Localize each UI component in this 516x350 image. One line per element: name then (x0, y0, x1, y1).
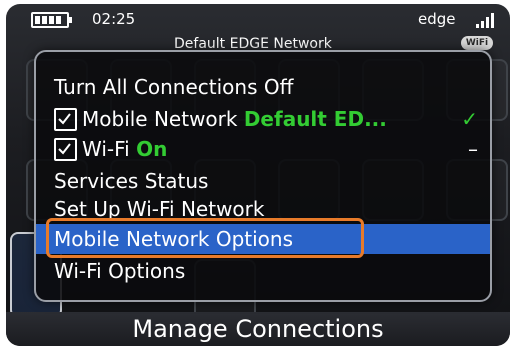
selection-highlight-frame (46, 218, 364, 258)
battery-icon (31, 12, 72, 28)
menu-item-services-status[interactable]: Services Status (36, 166, 490, 196)
menu-item-turn-all-off[interactable]: Turn All Connections Off (36, 72, 490, 102)
dash-icon: – (468, 137, 478, 161)
checkbox-checked-icon[interactable] (54, 138, 77, 161)
menu-item-label: Turn All Connections Off (54, 75, 294, 99)
menu-item-wifi[interactable]: Wi-Fi On – (36, 134, 490, 164)
checkmark-icon: ✓ (461, 107, 478, 131)
mobile-network-status: Default ED... (243, 107, 387, 131)
clock: 02:25 (92, 10, 136, 28)
network-type-label: edge (418, 10, 456, 28)
signal-strength-icon (476, 12, 496, 28)
menu-item-mobile-network[interactable]: Mobile Network Default ED... ✓ (36, 104, 490, 134)
connections-menu: Turn All Connections Off Mobile Network … (34, 50, 492, 302)
wifi-badge-icon: WiFi (461, 36, 493, 50)
checkbox-checked-icon[interactable] (54, 108, 77, 131)
status-bar: 02:25 edge Default EDGE Network WiFi (6, 4, 510, 52)
menu-item-wifi-options[interactable]: Wi-Fi Options (36, 256, 490, 286)
screen-title: Manage Connections (6, 312, 510, 346)
wifi-status: On (136, 137, 168, 161)
menu-item-label: Services Status (54, 169, 209, 193)
menu-item-label: Wi-Fi Options (54, 259, 186, 283)
menu-item-label: Mobile Network Default ED... (82, 107, 387, 131)
device-screen: 02:25 edge Default EDGE Network WiFi Man… (6, 4, 510, 346)
menu-item-label: Wi-Fi On (82, 137, 168, 161)
